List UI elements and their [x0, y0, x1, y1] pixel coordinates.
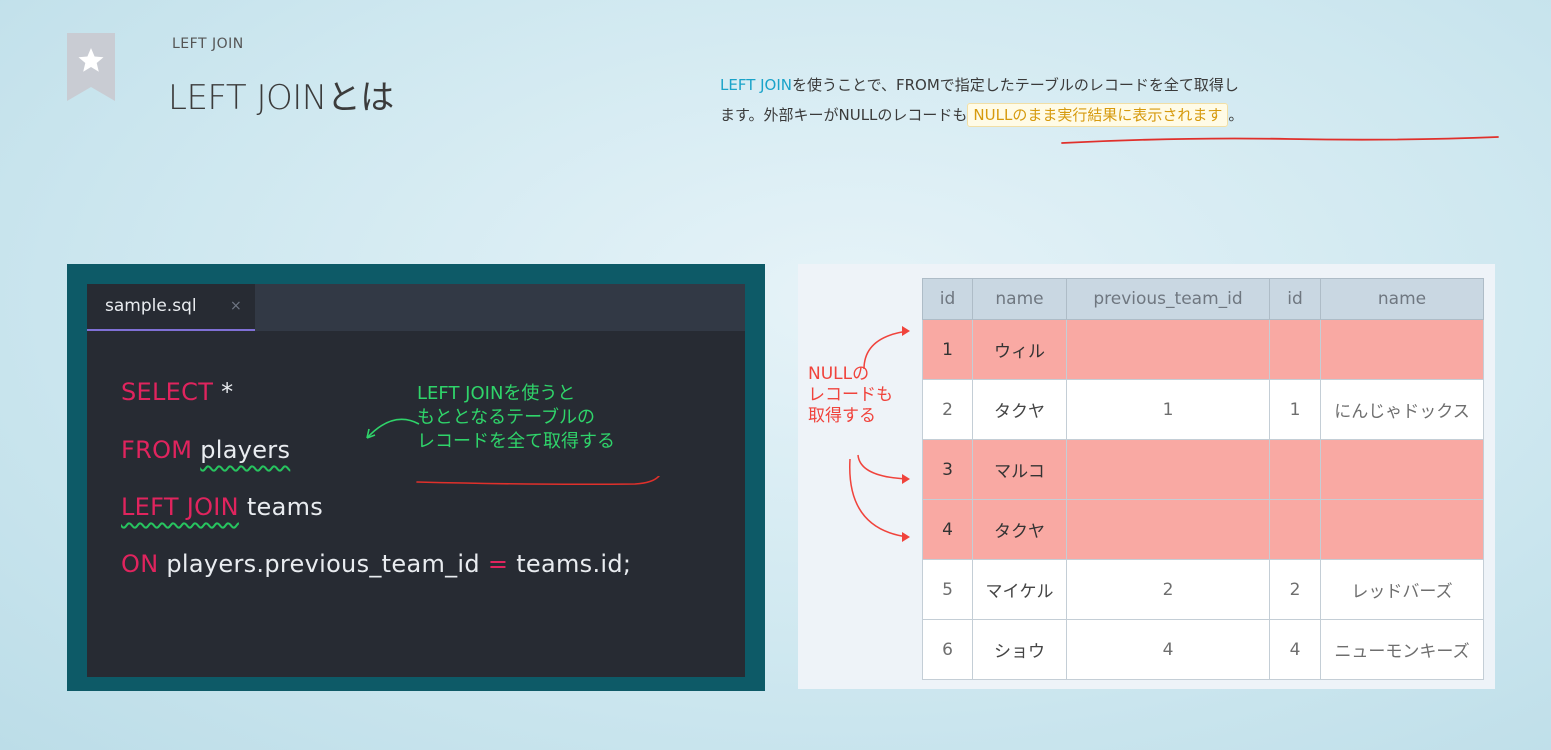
table-cell: 4 — [922, 499, 973, 560]
description-part: 。 — [1228, 106, 1244, 124]
code-line-4: ON players.previous_team_id = teams.id; — [121, 550, 631, 578]
section-kicker: LEFT JOIN — [172, 36, 244, 52]
table-cell — [1066, 319, 1270, 380]
annotation-arrows-icon — [849, 326, 910, 542]
table-cell — [1269, 499, 1321, 560]
editor-tabbar: sample.sql × — [87, 284, 745, 331]
column-header: id — [922, 278, 973, 320]
table-cell — [1320, 499, 1484, 560]
table-cell: ウィル — [972, 319, 1067, 380]
left-join-term: LEFT JOIN — [720, 76, 793, 94]
table-cell: レッドバーズ — [1320, 559, 1484, 620]
table-cell — [1269, 319, 1321, 380]
description-text: LEFT JOINを使うことで、FROMで指定したテーブルのレコードを全て取得し… — [720, 70, 1500, 130]
code-line-3: LEFT JOIN teams — [121, 493, 323, 521]
table-cell: にんじゃドックス — [1320, 379, 1484, 440]
table-cell: 1 — [922, 319, 973, 380]
table-cell: 3 — [922, 439, 973, 500]
tab-sample-sql[interactable]: sample.sql × — [87, 284, 255, 331]
table-cell — [1320, 319, 1484, 380]
table-cell: 2 — [1066, 559, 1270, 620]
table-cell: ニューモンキーズ — [1320, 619, 1484, 680]
sql-operator: = — [487, 550, 509, 578]
table-row: 6 ショウ 4 4 ニューモンキーズ — [922, 619, 1484, 680]
table-cell: 2 — [922, 379, 973, 440]
result-table: id name previous_team_id id name 1 ウィル 2… — [922, 278, 1484, 680]
sql-keyword: ON — [121, 550, 159, 578]
table-row: 2 タクヤ 1 1 にんじゃドックス — [922, 379, 1484, 440]
column-header: name — [1320, 278, 1484, 320]
table-header-row: id name previous_team_id id name — [922, 278, 1484, 320]
column-header: name — [972, 278, 1067, 320]
code-text: players.previous_team_id — [158, 550, 488, 578]
code-line-2: FROM players — [121, 436, 290, 464]
table-cell — [1320, 439, 1484, 500]
table-row: 3 マルコ — [922, 439, 1484, 500]
page-title: LEFT JOINとは — [168, 78, 394, 118]
table-cell: タクヤ — [972, 379, 1067, 440]
table-cell: 1 — [1066, 379, 1270, 440]
code-editor: sample.sql × SELECT * FROM players LEFT … — [87, 284, 745, 677]
column-header: id — [1269, 278, 1321, 320]
description-part: を使うことで、FROMで指定したテーブルのレコードを全て取得し — [792, 76, 1239, 94]
table-cell — [1066, 439, 1270, 500]
table-cell: タクヤ — [972, 499, 1067, 560]
table-cell: 2 — [1269, 559, 1321, 620]
code-text: players — [200, 436, 291, 464]
sql-keyword: FROM — [121, 436, 193, 464]
table-cell — [1066, 499, 1270, 560]
table-cell: ショウ — [972, 619, 1067, 680]
star-bookmark-icon — [67, 33, 115, 101]
description-part: ます。外部キーがNULLのレコードも — [720, 106, 968, 124]
code-text: * — [213, 378, 234, 406]
sql-keyword: SELECT — [121, 378, 214, 406]
table-cell: 1 — [1269, 379, 1321, 440]
handwritten-underline — [416, 476, 660, 486]
table-cell: マルコ — [972, 439, 1067, 500]
column-header: previous_team_id — [1066, 278, 1270, 320]
code-text: teams — [238, 493, 324, 521]
table-cell: 6 — [922, 619, 973, 680]
table-cell: 5 — [922, 559, 973, 620]
table-row: 4 タクヤ — [922, 499, 1484, 560]
highlighted-phrase: NULLのまま実行結果に表示されます — [967, 103, 1229, 127]
table-cell — [1269, 439, 1321, 500]
sql-keyword: LEFT JOIN — [121, 493, 239, 521]
table-cell: 4 — [1269, 619, 1321, 680]
tab-label: sample.sql — [105, 296, 197, 316]
result-table-panel: NULLの レコードも 取得する id name previous_team_i… — [798, 264, 1495, 689]
code-text: teams.id; — [508, 550, 632, 578]
close-icon[interactable]: × — [230, 298, 242, 314]
table-row: 5 マイケル 2 2 レッドバーズ — [922, 559, 1484, 620]
table-row: 1 ウィル — [922, 319, 1484, 380]
code-line-1: SELECT * — [121, 378, 233, 406]
curved-arrow-icon — [366, 418, 420, 439]
editor-note: LEFT JOINを使うと もととなるテーブルの レコードを全て取得する — [417, 383, 615, 452]
code-editor-frame: sample.sql × SELECT * FROM players LEFT … — [67, 264, 765, 691]
handwritten-underline — [1061, 136, 1499, 144]
table-cell: マイケル — [972, 559, 1067, 620]
table-cell: 4 — [1066, 619, 1270, 680]
